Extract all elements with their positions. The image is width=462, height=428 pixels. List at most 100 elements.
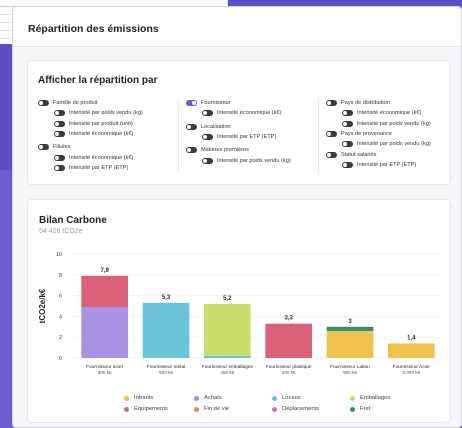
toggle-switch[interactable] [54,154,65,161]
filter-suboption-0-1[interactable]: Intensité par poids vendu (kg) [38,108,174,118]
filter-option-1-4[interactable]: Matières premières [186,145,314,155]
legend-item[interactable]: Déplacements [272,406,319,412]
filter-suboption-1-3[interactable]: Intensité par ETP (ETP) [186,132,314,142]
bar-segment--quipements [81,275,128,308]
toggle-switch[interactable] [202,157,213,164]
legend-swatch [272,406,277,412]
filter-label: Intensité économique (k€) [69,131,134,138]
bar-total-label: 3 [348,319,352,325]
legend-item[interactable]: Équipements [124,406,168,412]
toggle-switch[interactable] [342,120,353,127]
filter-label: Intensité par ETP (ETP) [69,164,129,171]
toggle-switch[interactable] [342,110,353,117]
filter-label: Intensité économique (k€) [357,110,422,117]
filter-option-0-0[interactable]: Famille de produit [38,98,174,108]
column-divider [178,99,179,173]
toggle-switch[interactable] [342,141,353,148]
toggle-switch[interactable] [54,164,65,171]
legend-item[interactable]: Locaux [272,395,301,401]
bar-total-label: 1,4 [407,335,416,341]
toggle-switch[interactable] [186,123,197,130]
legend-label: Emballages [360,395,391,401]
x-tick-sublabel: 450 k€ [220,370,234,375]
filters-title: Afficher la répartition par [38,75,158,86]
bar-total-label: 5,2 [223,296,232,302]
filter-label: Intensité par ETP (ETP) [217,134,277,141]
background-window-edge [0,170,12,428]
y-tick-label: 10 [56,252,62,258]
bar-total-label: 7,9 [100,268,109,274]
filters-column-3: Pays de distribution Intensité économique… [326,98,452,170]
filter-label: Intensité par produit (unit) [69,120,133,127]
toggle-switch[interactable] [54,131,65,138]
legend-label: Fret [360,406,371,412]
legend-item[interactable]: Fret [350,406,370,412]
filter-label: Intensité économique (k€) [69,154,134,161]
toggle-switch[interactable] [54,110,65,117]
bar-total-label: 5,3 [162,295,171,301]
filter-suboption-1-1[interactable]: Intensité économique (k€) [186,108,314,118]
breakdown-filters-card: Afficher la répartition par Famille de p… [27,60,451,185]
filter-option-2-5[interactable]: Statut salariés [326,149,452,159]
x-tick-sublabel: 500 k€ [159,370,173,375]
x-tick-sublabel: 300 k€ [98,370,112,375]
legend-swatch [272,395,277,401]
filter-suboption-2-4[interactable]: Intensité par poids vendu (kg) [326,139,452,149]
legend-item[interactable]: Achats [194,395,222,401]
bar-segment--quipements [265,323,312,358]
legend-swatch [194,406,199,412]
legend-label: Fin de vie [204,406,230,412]
filter-label: Pays de provenance [341,131,392,138]
filter-option-2-3[interactable]: Pays de provenance [326,129,452,139]
toggle-switch[interactable] [202,134,213,141]
emissions-panel: Répartition des émissions Afficher la ré… [12,6,462,428]
toggle-switch[interactable] [38,144,49,151]
legend-item[interactable]: Emballages [350,395,390,401]
carbon-footprint-card: Bilan Carbone 54 426 tCO2e 0 2 4 6 8 10 tCO2e/… [27,199,451,423]
legend-item[interactable]: Fin de vie [194,406,229,412]
bar-segment-locaux [204,355,251,358]
legend-label: Intrants [134,395,154,401]
toggle-switch[interactable] [326,100,337,107]
legend-swatch [194,395,199,401]
filter-label: Intensité par poids vendu (kg) [217,157,291,164]
y-tick-label: 6 [59,294,62,300]
toggle-switch[interactable] [186,100,197,107]
filters-column-1: Famille de produit Intensité par poids ve… [38,98,174,173]
filter-label: Intensité par poids vendu (kg) [69,110,143,117]
filter-label: Intensité par ETP (ETP) [357,161,417,168]
filter-option-2-0[interactable]: Pays de distribution [326,98,452,108]
filter-suboption-2-1[interactable]: Intensité économique (k€) [326,108,452,118]
x-tick-sublabel: 900 k€ [343,370,357,375]
bar-segment-emballages [204,303,251,356]
toggle-switch[interactable] [326,151,337,158]
legend-label: Équipements [134,406,168,412]
filter-label: Intensité par poids vendu (kg) [357,141,431,148]
filter-suboption-2-6[interactable]: Intensité par ETP (ETP) [326,160,452,170]
filter-option-1-0[interactable]: Fournisseur [186,98,314,108]
filter-suboption-0-2[interactable]: Intensité par produit (unit) [38,119,174,129]
toggle-switch[interactable] [342,161,353,168]
filter-suboption-0-3[interactable]: Intensité économique (k€) [38,129,174,139]
y-tick-label: 0 [59,356,62,362]
legend-swatch [124,395,129,401]
filter-suboption-1-5[interactable]: Intensité par poids vendu (kg) [186,155,314,165]
legend-item[interactable]: Intrants [124,395,153,401]
stacked-bar-chart: 0246810tCO2e/k€7,9Fournisseur acier300 k… [38,252,442,375]
y-tick-label: 8 [59,273,62,279]
toggle-switch[interactable] [54,120,65,127]
filter-suboption-0-5[interactable]: Intensité économique (k€) [38,152,174,162]
toggle-switch[interactable] [202,110,213,117]
toggle-switch[interactable] [186,147,197,154]
toggle-switch[interactable] [326,131,337,138]
y-tick-label: 2 [59,335,62,341]
filter-suboption-0-6[interactable]: Intensité par ETP (ETP) [38,163,174,173]
filter-option-0-4[interactable]: Filiales [38,142,174,152]
x-tick-sublabel: 200 k€ [282,370,296,375]
panel-title: Répartition des émissions [28,23,159,35]
filters-column-2: Fournisseur Intensité économique (k€) Loca… [186,98,314,166]
toggle-switch[interactable] [38,100,49,107]
filter-label: Intensité par poids vendu (kg) [357,120,431,127]
filter-suboption-2-2[interactable]: Intensité par poids vendu (kg) [326,119,452,129]
filter-option-1-2[interactable]: Localisation [186,122,314,132]
